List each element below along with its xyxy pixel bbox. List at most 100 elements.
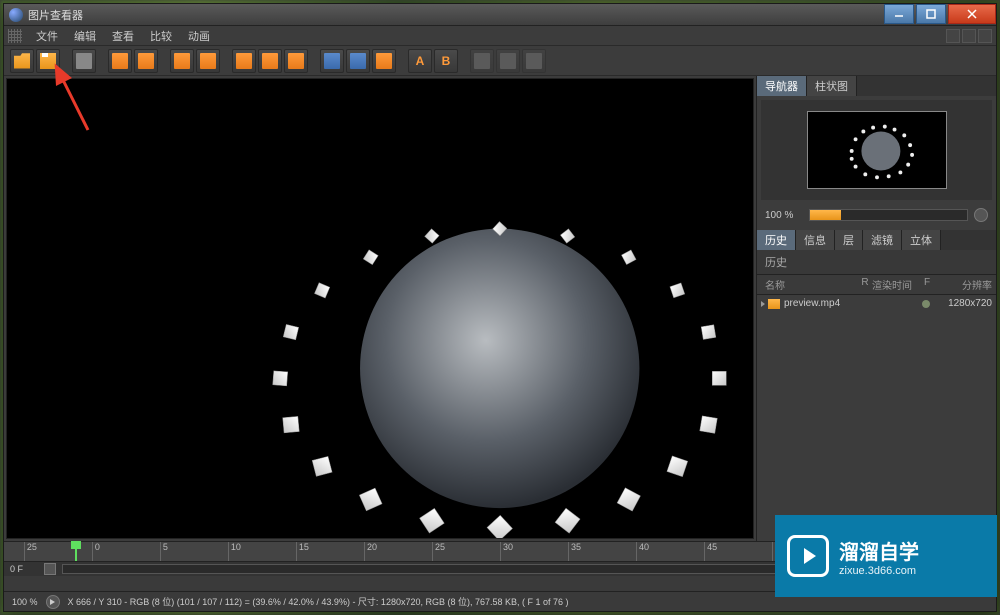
menu-file[interactable]: 文件 [28,26,66,46]
crop-icon [138,53,154,69]
file-res: 1280x720 [934,298,992,309]
channel-3-button[interactable] [284,49,308,73]
nav-last-button[interactable] [522,49,546,73]
playhead[interactable] [75,542,77,561]
tick: 45 [704,542,717,561]
tab-histogram[interactable]: 柱状图 [807,76,857,96]
tick: 20 [364,542,377,561]
menu-view[interactable]: 查看 [104,26,142,46]
swap-button[interactable] [372,49,396,73]
watermark-url: zixue.3d66.com [839,565,919,577]
titlebar: 图片查看器 [4,4,996,26]
menu-anim[interactable]: 动画 [180,26,218,46]
track-prev-button[interactable] [44,563,56,575]
track-start: 0 F [10,564,38,574]
ab-icon [350,53,366,69]
tick: 0 [92,542,100,561]
channel-1-button[interactable] [232,49,256,73]
menu-edit[interactable]: 编辑 [66,26,104,46]
close-button[interactable] [948,4,996,24]
zoom-reset-button[interactable] [974,208,988,222]
letter-b-icon: B [438,53,454,69]
next-icon [500,53,516,69]
filter-2-button[interactable] [346,49,370,73]
status-info: X 666 / Y 310 - RGB (8 位) (101 / 107 / 1… [68,595,569,608]
right-panel: 导航器 柱状图 [756,76,996,541]
screen-icon [236,53,252,69]
table-row[interactable]: preview.mp4 1280x720 [757,295,996,312]
window-title: 图片查看器 [28,7,884,23]
viewport[interactable] [6,78,754,539]
filter-1-button[interactable] [320,49,344,73]
layout-icon-3[interactable] [978,29,992,43]
tab-layer[interactable]: 层 [835,230,863,250]
region-button[interactable] [108,49,132,73]
watermark: 溜溜自学 zixue.3d66.com [775,515,997,597]
folder-icon [14,53,30,69]
toolbar: A B [4,46,996,76]
expand-icon[interactable] [761,301,765,307]
sphere-icon [288,53,304,69]
tab-info[interactable]: 信息 [796,230,835,250]
letter-a-icon: A [412,53,428,69]
maximize-button[interactable] [916,4,946,24]
settings-button[interactable] [134,49,158,73]
tab-navigator[interactable]: 导航器 [757,76,807,96]
last-icon [526,53,542,69]
nav-next-button[interactable] [496,49,520,73]
minimize-button[interactable] [884,4,914,24]
col-name[interactable]: 名称 [761,277,858,292]
watermark-title: 溜溜自学 [839,536,919,565]
col-time[interactable]: 渲染时间 [872,277,920,292]
zoom-slider[interactable] [809,209,968,221]
ab-button[interactable] [196,49,220,73]
tick: 5 [160,542,168,561]
file-name: preview.mp4 [784,298,918,309]
layout-icon-2[interactable] [962,29,976,43]
info-icon [174,53,190,69]
watermark-logo-icon [787,535,829,577]
text-b-button[interactable]: B [434,49,458,73]
nav-prev-button[interactable] [470,49,494,73]
history-title: 历史 [757,250,996,275]
histogram-button[interactable] [170,49,194,73]
tick: 15 [296,542,309,561]
tab-stereo[interactable]: 立体 [902,230,941,250]
clapper-icon [76,53,92,69]
history-table-header: 名称 R 渲染时间 F 分辨率 [757,275,996,295]
screen2-icon [262,53,278,69]
tick: 10 [228,542,241,561]
compare-icon [324,53,340,69]
render-button[interactable] [72,49,96,73]
tick: 25 [432,542,445,561]
layout-icon-1[interactable] [946,29,960,43]
tick: 25 [24,542,37,561]
file-icon [768,299,780,309]
zoom-label: 100 % [765,210,803,221]
render-preview [7,79,753,538]
status-dot-icon [922,300,930,308]
book-icon [200,53,216,69]
region-icon [112,53,128,69]
navigator-preview[interactable] [761,100,992,200]
save-icon [40,53,56,69]
channel-2-button[interactable] [258,49,282,73]
grip-icon [8,29,22,43]
col-r[interactable]: R [858,277,872,292]
save-button[interactable] [36,49,60,73]
tick: 30 [500,542,513,561]
prev-icon [474,53,490,69]
menu-compare[interactable]: 比较 [142,26,180,46]
tick: 35 [568,542,581,561]
tick: 40 [636,542,649,561]
tab-filter[interactable]: 滤镜 [863,230,902,250]
open-button[interactable] [10,49,34,73]
swap-icon [376,53,392,69]
app-icon [9,8,23,22]
tab-history[interactable]: 历史 [757,230,796,250]
col-res[interactable]: 分辨率 [934,277,992,292]
col-f[interactable]: F [920,277,934,292]
text-a-button[interactable]: A [408,49,432,73]
status-zoom: 100 % [12,597,38,607]
play-button[interactable] [46,595,60,609]
